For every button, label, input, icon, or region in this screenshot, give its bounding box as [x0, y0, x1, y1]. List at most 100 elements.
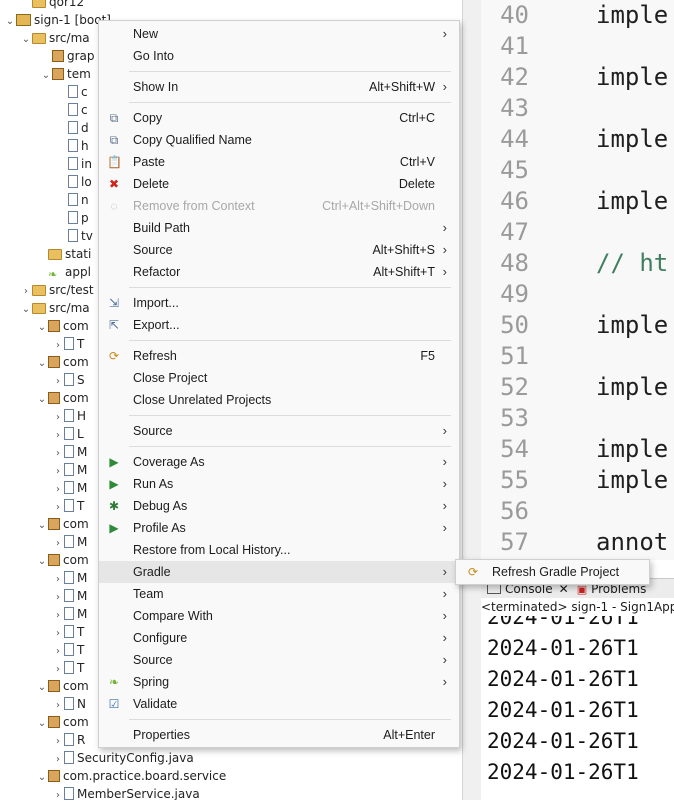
chevron-down-icon[interactable]: ⌄ [36, 679, 48, 697]
menu-item-compare-with[interactable]: Compare With › [99, 605, 459, 627]
chevron-right-icon[interactable]: › [52, 787, 64, 800]
menu-item-properties[interactable]: Properties Alt+Enter [99, 724, 459, 746]
menu-item-validate[interactable]: ☑ Validate [99, 693, 459, 715]
menu-item-build-path[interactable]: Build Path › [99, 217, 459, 239]
tree-item-label: S [77, 373, 85, 387]
tree-item[interactable]: › T [52, 641, 84, 659]
tree-item[interactable]: › M [52, 587, 87, 605]
tree-item[interactable]: › M [52, 443, 87, 461]
tree-item[interactable]: › T [52, 335, 84, 353]
chevron-down-icon[interactable]: ⌄ [36, 391, 48, 409]
tree-item[interactable]: › M [52, 479, 87, 497]
menu-item-gradle[interactable]: Gradle › [99, 561, 459, 583]
tree-item-label: M [77, 607, 88, 621]
menu-item-label: Remove from Context [133, 199, 255, 213]
chevron-down-icon[interactable]: ⌄ [36, 715, 48, 733]
tree-item[interactable]: tv [56, 227, 93, 245]
tree-item[interactable]: ⌄ tem [40, 65, 91, 83]
tree-item[interactable]: › M [52, 569, 87, 587]
tree-item[interactable]: › MemberService.java [52, 785, 200, 800]
menu-item-team[interactable]: Team › [99, 583, 459, 605]
menu-item-copy-qualified-name[interactable]: ⧉ Copy Qualified Name [99, 129, 459, 151]
menu-item-run-as[interactable]: ▶ Run As › [99, 473, 459, 495]
tree-item[interactable]: › T [52, 659, 84, 677]
menu-item-profile-as[interactable]: ▶ Profile As › [99, 517, 459, 539]
tree-item[interactable]: ⌄ com [36, 677, 89, 695]
tree-item[interactable]: › T [52, 497, 84, 515]
chevron-down-icon[interactable]: ⌄ [40, 67, 52, 85]
tree-item-label: com.practice.board.service [63, 769, 227, 783]
menu-item-debug-as[interactable]: ✱ Debug As › [99, 495, 459, 517]
tree-item[interactable]: › src/test [20, 281, 94, 299]
tree-item[interactable]: stati [36, 245, 91, 263]
refresh-gradle-project-item[interactable]: ⟳ Refresh Gradle Project [456, 560, 649, 584]
chevron-down-icon[interactable]: ⌄ [36, 769, 48, 787]
menu-item-delete[interactable]: ✖ Delete Delete [99, 173, 459, 195]
chevron-down-icon[interactable]: ⌄ [4, 13, 16, 31]
java-icon [64, 481, 74, 494]
tree-item[interactable]: ⌄ com [36, 713, 89, 731]
menu-item-spring[interactable]: ❧ Spring › [99, 671, 459, 693]
tree-item[interactable]: in [56, 155, 92, 173]
menu-item-refactor[interactable]: Refactor Alt+Shift+T › [99, 261, 459, 283]
menu-item-refresh[interactable]: ⟳ Refresh F5 [99, 345, 459, 367]
menu-separator [129, 446, 451, 447]
chevron-down-icon[interactable]: ⌄ [36, 319, 48, 337]
console-output[interactable]: 2024-01-26T1 2024-01-26T1 2024-01-26T1 2024… [481, 616, 674, 800]
tree-item[interactable]: ⌄ com.practice.board.service [36, 767, 226, 785]
view-splitter[interactable] [462, 0, 482, 800]
chevron-down-icon[interactable]: ⌄ [20, 31, 32, 49]
menu-item-export[interactable]: ⇱ Export... [99, 314, 459, 336]
tree-item[interactable]: › S [52, 371, 85, 389]
tree-item[interactable]: ⌄ src/ma [20, 29, 90, 47]
tree-item[interactable]: d [56, 119, 89, 137]
tree-item[interactable]: ⌄ com [36, 551, 89, 569]
menu-item-new[interactable]: New › [99, 23, 459, 45]
code-editor[interactable]: 40 imple 41 42 imple 43 44 imple 45 46 imple 47 48 //… [481, 0, 674, 560]
tree-item[interactable]: qor12 [20, 0, 84, 11]
menu-item-copy[interactable]: ⧉ Copy Ctrl+C [99, 107, 459, 129]
menu-item-coverage-as[interactable]: ▶ Coverage As › [99, 451, 459, 473]
chevron-down-icon[interactable]: ⌄ [20, 301, 32, 319]
chevron-down-icon[interactable]: ⌄ [36, 517, 48, 535]
chevron-down-icon[interactable]: ⌄ [36, 553, 48, 571]
menu-item-close-unrelated-projects[interactable]: Close Unrelated Projects [99, 389, 459, 411]
menu-item-import[interactable]: ⇲ Import... [99, 292, 459, 314]
tree-item[interactable]: › R [52, 731, 85, 749]
menu-item-source[interactable]: Source › [99, 649, 459, 671]
tree-item[interactable]: lo [56, 173, 92, 191]
tree-item[interactable]: › SecurityConfig.java [52, 749, 194, 767]
tree-item[interactable]: p [56, 209, 89, 227]
menu-item-configure[interactable]: Configure › [99, 627, 459, 649]
tree-item[interactable]: ❧ appl [36, 263, 91, 281]
line-number: 50 [500, 311, 529, 339]
tree-item[interactable]: ⌄ sign-1 [boot] [4, 11, 111, 29]
menu-item-source[interactable]: Source Alt+Shift+S › [99, 239, 459, 261]
tree-item[interactable]: n [56, 191, 89, 209]
tree-item[interactable]: › M [52, 605, 87, 623]
menu-item-show-in[interactable]: Show In Alt+Shift+W › [99, 76, 459, 98]
tree-item[interactable]: ⌄ com [36, 353, 89, 371]
tree-item[interactable]: › T [52, 623, 84, 641]
tree-item[interactable]: ⌄ com [36, 389, 89, 407]
tree-item[interactable]: › N [52, 695, 86, 713]
tree-item[interactable]: c [56, 101, 88, 119]
tree-item[interactable]: ⌄ com [36, 515, 89, 533]
tree-item[interactable]: › H [52, 407, 86, 425]
chevron-down-icon[interactable]: ⌄ [36, 355, 48, 373]
menu-item-source[interactable]: Source › [99, 420, 459, 442]
tree-item[interactable]: › L [52, 425, 84, 443]
tree-item[interactable]: c [56, 83, 88, 101]
tree-item[interactable]: › M [52, 461, 87, 479]
tree-item[interactable]: grap [40, 47, 95, 65]
menu-item-go-into[interactable]: Go Into [99, 45, 459, 67]
tree-item[interactable]: h [56, 137, 89, 155]
tree-item[interactable]: ⌄ src/ma [20, 299, 90, 317]
menu-item-paste[interactable]: 📋 Paste Ctrl+V [99, 151, 459, 173]
tree-item[interactable]: ⌄ com [36, 317, 89, 335]
menu-item-restore-from-local-history[interactable]: Restore from Local History... [99, 539, 459, 561]
menu-item-shortcut: Ctrl+Alt+Shift+Down [322, 199, 435, 213]
tree-item[interactable]: › M [52, 533, 87, 551]
tree-item-label: L [77, 427, 84, 441]
menu-item-close-project[interactable]: Close Project [99, 367, 459, 389]
